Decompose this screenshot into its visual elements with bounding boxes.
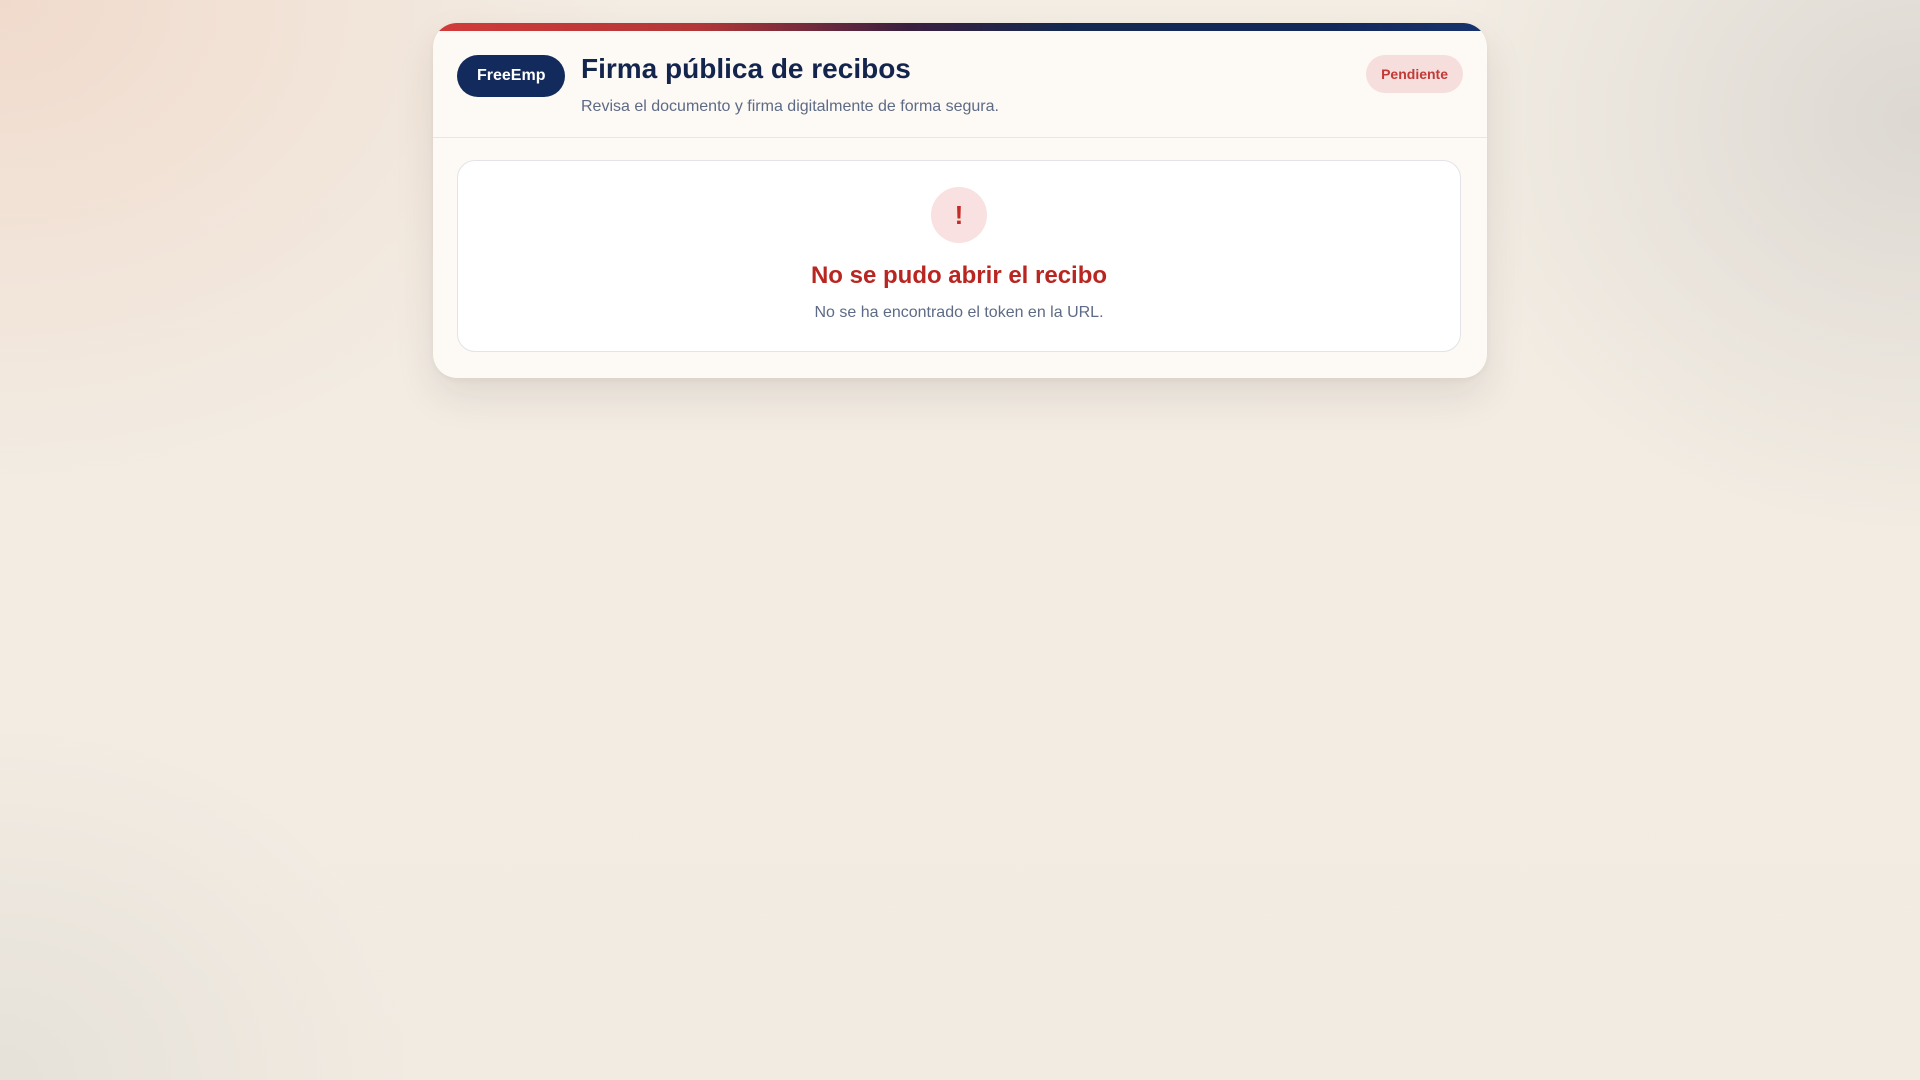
error-title: No se pudo abrir el recibo [810, 262, 1108, 289]
receipt-signing-card: FreeEmp Firma pública de recibos Revisa … [433, 23, 1487, 378]
error-panel: ! No se pudo abrir el recibo No se ha en… [457, 160, 1461, 352]
page-subtitle: Revisa el documento y firma digitalmente… [581, 98, 999, 115]
status-badge: Pendiente [1366, 55, 1463, 93]
brand-badge: FreeEmp [457, 55, 566, 97]
page-title: Firma pública de recibos [581, 53, 911, 84]
card-header: FreeEmp Firma pública de recibos Revisa … [433, 23, 1487, 138]
error-message: No se ha encontrado el token en la URL. [814, 304, 1104, 321]
exclamation-icon: ! [931, 187, 987, 243]
